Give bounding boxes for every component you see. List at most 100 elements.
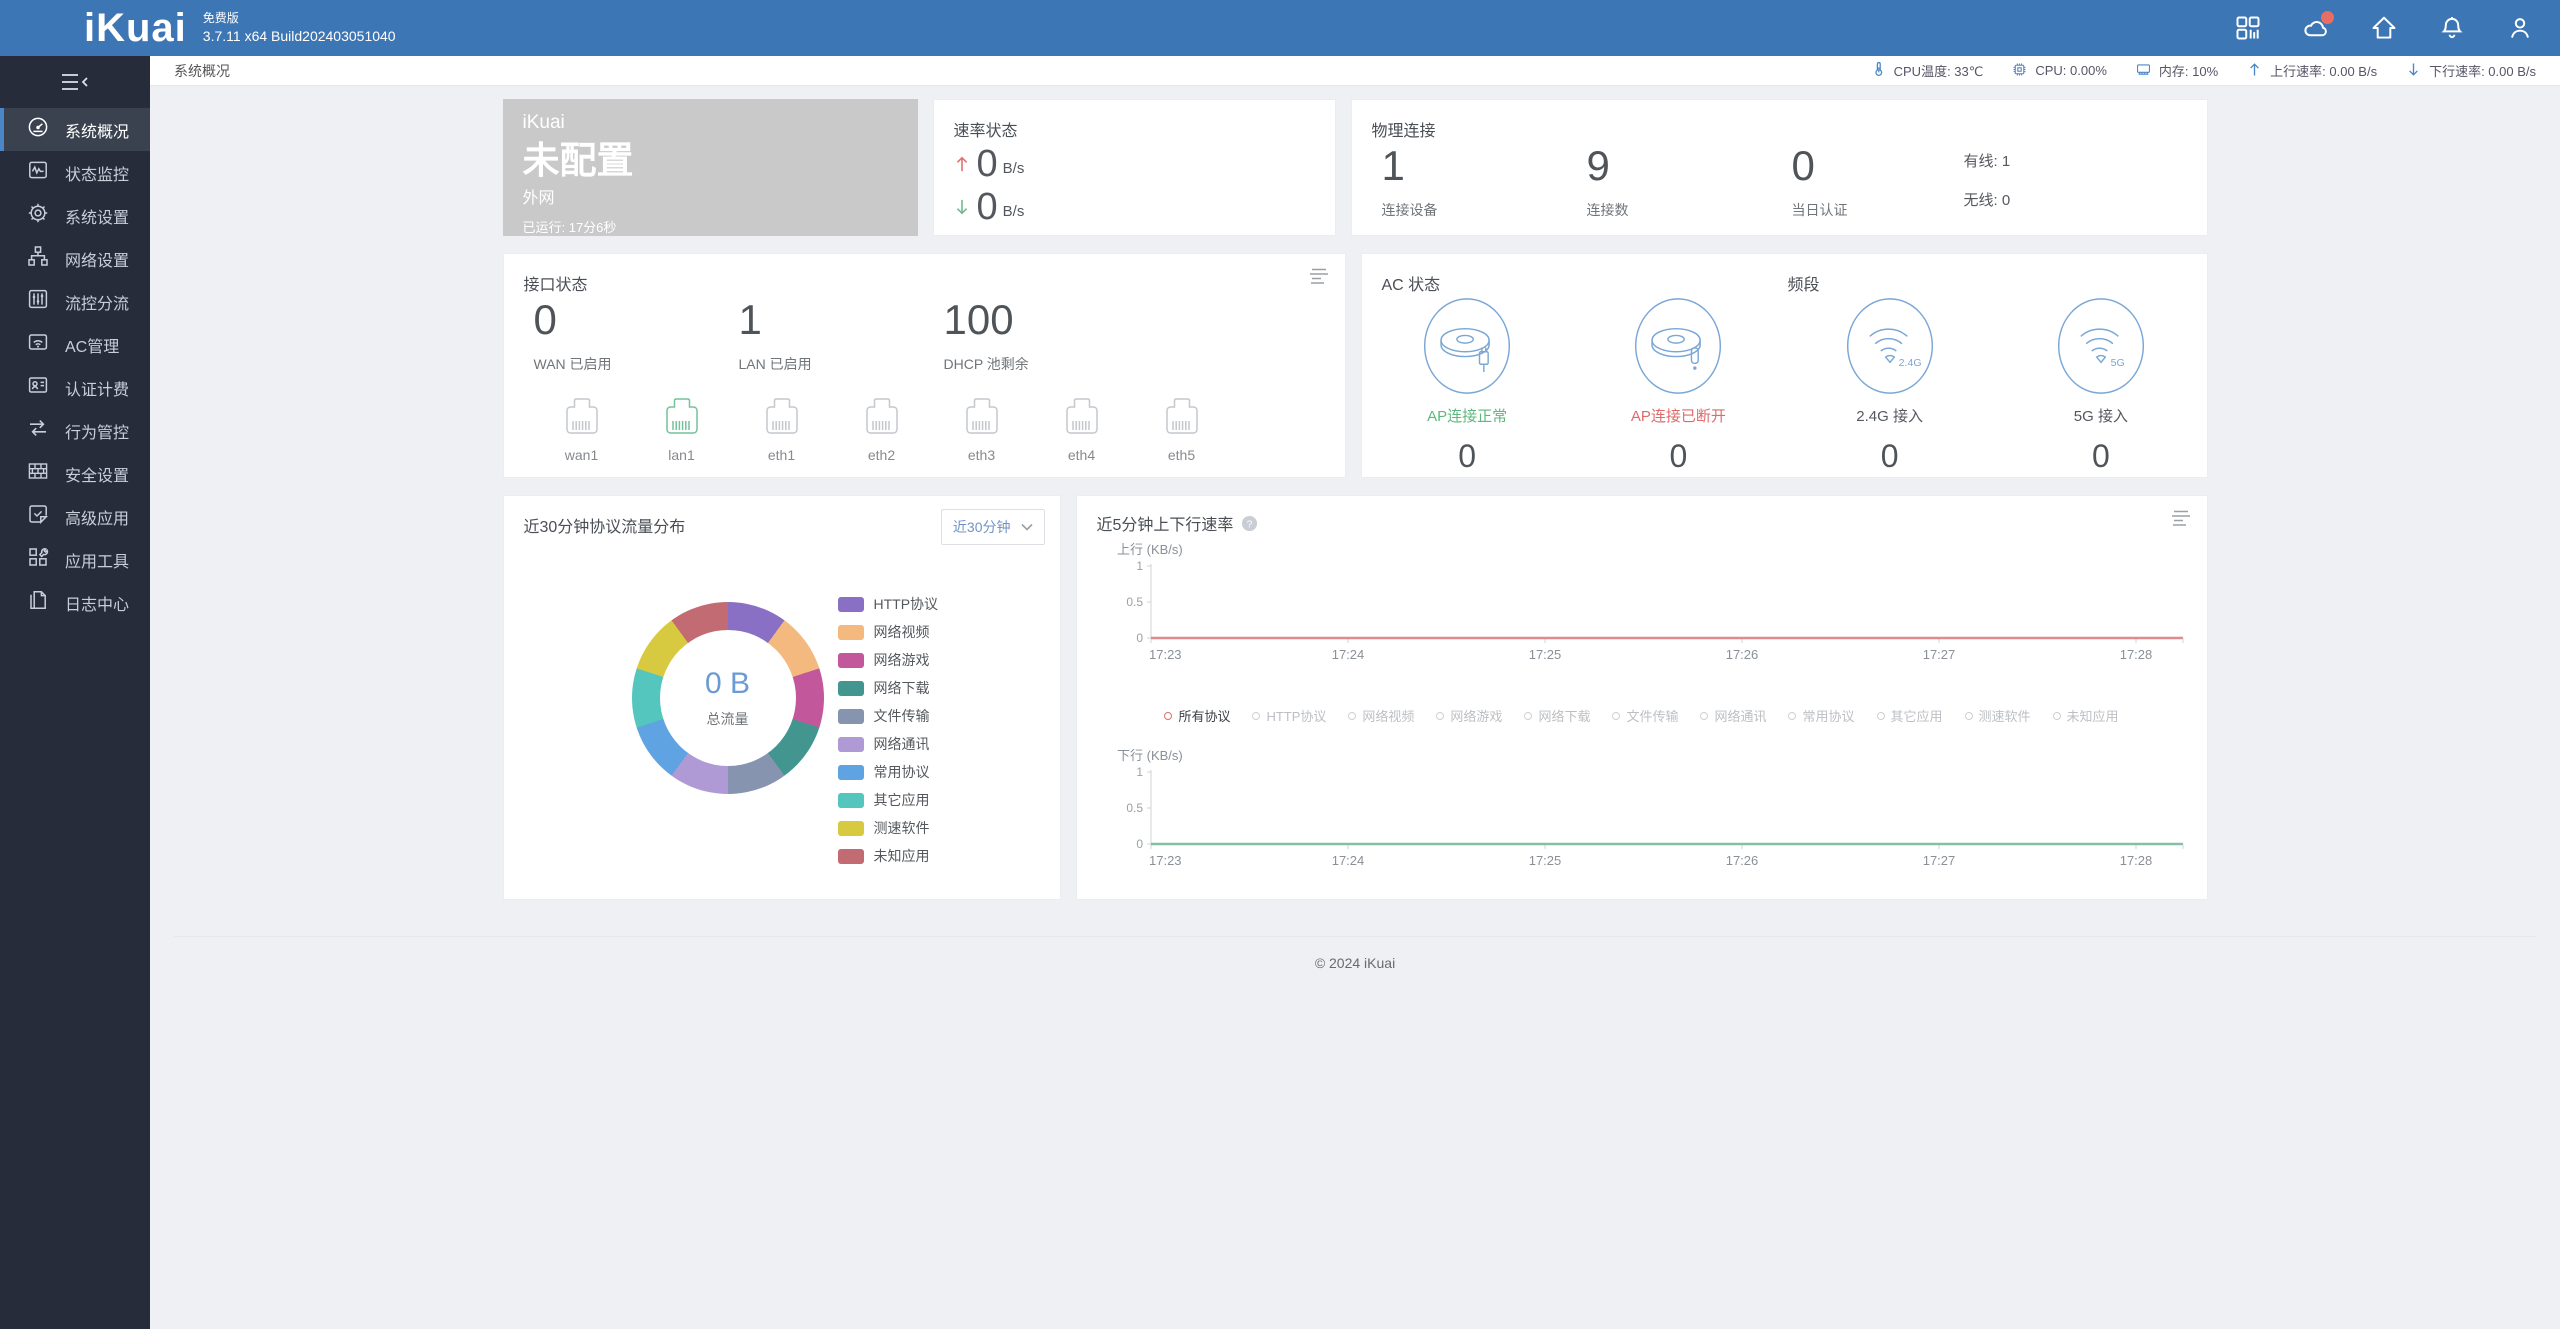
rate-legend-item[interactable]: 未知应用 [2053, 706, 2119, 725]
rj45-port-icon [659, 427, 705, 444]
legend-dot-icon [2053, 712, 2061, 720]
sidebar-item-monitor[interactable]: 状态监控 [0, 151, 150, 194]
rate-legend-item[interactable]: 常用协议 [1788, 706, 1854, 725]
protocol-legend-item[interactable]: 网络下载 [838, 678, 939, 698]
arrow-up-stat: 上行速率: 0.00 B/s [2246, 61, 2377, 81]
protocol-legend-item[interactable]: 网络游戏 [838, 650, 939, 670]
firewall-icon [26, 459, 50, 488]
protocol-legend-item[interactable]: 其它应用 [838, 790, 939, 810]
rate-legend-item[interactable]: 其它应用 [1877, 706, 1943, 725]
id-card-icon [26, 373, 50, 402]
rj45-port-icon [559, 427, 605, 444]
ap-err-icon [1631, 383, 1725, 400]
ethernet-port-lan1[interactable]: lan1 [632, 394, 732, 463]
wifi24-icon: 2.4G [1843, 383, 1937, 400]
upload-rate-chart: 上行 (KB/s)10.5017:2317:2417:2517:2617:271… [1103, 538, 2203, 668]
svg-text:17:26: 17:26 [1725, 853, 1758, 868]
version-info: 免费版 3.7.11 x64 Build202403051040 [203, 11, 396, 45]
legend-dot-icon [1788, 712, 1796, 720]
tools-icon [26, 545, 50, 574]
ethernet-port-wan1[interactable]: wan1 [532, 394, 632, 463]
gear-icon [26, 201, 50, 230]
rate-legend-item[interactable]: 网络下载 [1524, 706, 1590, 725]
rate-legend-item[interactable]: 网络视频 [1348, 706, 1414, 725]
legend-swatch [838, 737, 864, 752]
cpu-icon [2011, 61, 2028, 81]
ac-item-ap-err: AP连接已断开0 [1573, 296, 1784, 475]
svg-text:2.4G: 2.4G [1898, 357, 1921, 369]
rate-legend-item[interactable]: 网络游戏 [1436, 706, 1502, 725]
svg-text:下行 (KB/s): 下行 (KB/s) [1117, 748, 1183, 763]
rate-legend-item[interactable]: 网络通讯 [1700, 706, 1766, 725]
ethernet-port-eth2[interactable]: eth2 [832, 394, 932, 463]
rate-legend-item[interactable]: 文件传输 [1612, 706, 1678, 725]
big-stat: 0WAN 已启用 [534, 299, 739, 374]
user-icon[interactable] [2506, 14, 2534, 42]
legend-dot-icon [1164, 712, 1172, 720]
ethernet-port-eth4[interactable]: eth4 [1032, 394, 1132, 463]
home-icon[interactable] [2370, 14, 2398, 42]
svg-text:17:25: 17:25 [1528, 853, 1561, 868]
download-rate-chart: 下行 (KB/s)10.5017:2317:2417:2517:2617:271… [1103, 744, 2203, 874]
sidebar-item-firewall[interactable]: 安全设置 [0, 452, 150, 495]
page-title: 系统概况 [174, 61, 230, 81]
card-menu-icon[interactable] [2170, 509, 2192, 527]
protocol-legend-item[interactable]: 未知应用 [838, 846, 939, 866]
svg-text:17:24: 17:24 [1331, 647, 1364, 662]
sidebar-item-wifi-box[interactable]: AC管理 [0, 323, 150, 366]
memory-icon [2135, 61, 2152, 81]
build-label: 3.7.11 x64 Build202403051040 [203, 27, 396, 45]
wifi-box-icon [26, 330, 50, 359]
sidebar-collapse-button[interactable] [0, 56, 150, 108]
protocol-legend-item[interactable]: 文件传输 [838, 706, 939, 726]
legend-dot-icon [1436, 712, 1444, 720]
ethernet-port-eth5[interactable]: eth5 [1132, 394, 1232, 463]
speed-row: 0B/s [952, 185, 1025, 228]
protocol-legend-item[interactable]: 网络视频 [838, 622, 939, 642]
chevron-down-icon [1021, 523, 1033, 531]
rate-legend-item[interactable]: 测速软件 [1965, 706, 2031, 725]
app-header: iKuai 免费版 3.7.11 x64 Build202403051040 [0, 0, 2560, 56]
protocol-legend-item[interactable]: 测速软件 [838, 818, 939, 838]
legend-dot-icon [1965, 712, 1973, 720]
ethernet-port-eth1[interactable]: eth1 [732, 394, 832, 463]
wan-status: 未配置 [523, 141, 898, 182]
app-logo[interactable]: iKuai [84, 8, 187, 48]
arrow-down-icon [2405, 61, 2422, 81]
ethernet-port-eth3[interactable]: eth3 [932, 394, 1032, 463]
cloud-icon[interactable] [2302, 14, 2330, 42]
header-icon-group [2234, 14, 2534, 42]
sidebar-item-id-card[interactable]: 认证计费 [0, 366, 150, 409]
sidebar-item-logs[interactable]: 日志中心 [0, 581, 150, 624]
rate-legend-item[interactable]: 所有协议 [1164, 706, 1230, 725]
legend-swatch [838, 597, 864, 612]
legend-dot-icon [1612, 712, 1620, 720]
ac-item-wifi5: 5G5G 接入0 [1995, 296, 2206, 475]
card-menu-icon[interactable] [1308, 267, 1330, 285]
svg-text:17:24: 17:24 [1331, 853, 1364, 868]
sidebar-item-network[interactable]: 网络设置 [0, 237, 150, 280]
ac-item-wifi24: 2.4G2.4G 接入0 [1784, 296, 1995, 475]
bell-icon[interactable] [2438, 14, 2466, 42]
monitor-icon [26, 158, 50, 187]
band-title: 频段 [1788, 271, 1820, 295]
speed-row: 0B/s [952, 142, 1025, 185]
cpu-stat: CPU: 0.00% [2011, 61, 2107, 81]
sidebar-item-swap[interactable]: 行为管控 [0, 409, 150, 452]
sidebar-item-doc-check[interactable]: 高级应用 [0, 495, 150, 538]
protocol-legend-item[interactable]: HTTP协议 [838, 594, 939, 614]
rate-legend-item[interactable]: HTTP协议 [1252, 706, 1326, 725]
uptime-label: 已运行: 17分6秒 [523, 217, 898, 236]
ap-ok-icon [1420, 383, 1514, 400]
time-range-select[interactable]: 近30分钟 [941, 509, 1045, 545]
help-icon[interactable]: ? [1241, 515, 1258, 532]
sidebar-item-gauge[interactable]: 系统概况 [0, 108, 150, 151]
sidebar-item-tools[interactable]: 应用工具 [0, 538, 150, 581]
card-title: AC 状态 [1382, 271, 1441, 295]
apps-icon[interactable] [2234, 14, 2262, 42]
protocol-legend-item[interactable]: 常用协议 [838, 762, 939, 782]
sidebar-item-gear[interactable]: 系统设置 [0, 194, 150, 237]
sidebar-item-sliders[interactable]: 流控分流 [0, 280, 150, 323]
protocol-legend-item[interactable]: 网络通讯 [838, 734, 939, 754]
arrow-down-stat: 下行速率: 0.00 B/s [2405, 61, 2536, 81]
